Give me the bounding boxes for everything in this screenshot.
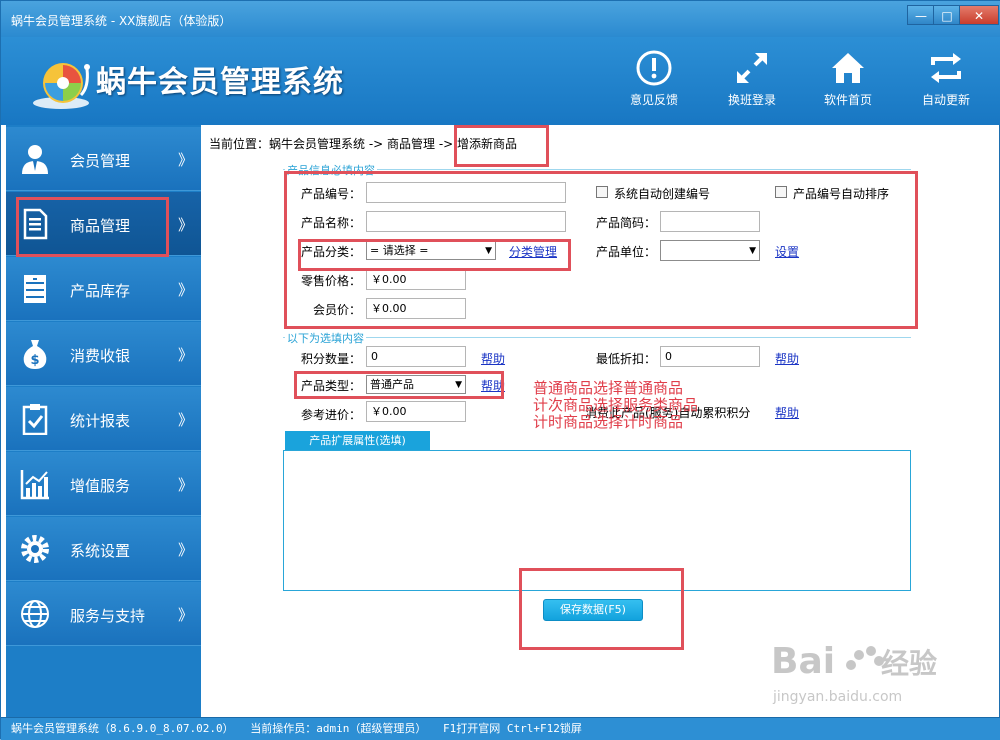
svg-text:jingyan.baidu.com: jingyan.baidu.com	[772, 689, 902, 705]
feedback-button[interactable]: 意见反馈	[621, 47, 687, 117]
snail-logo-icon	[33, 63, 90, 109]
sidebar-item-label: 服务与支持	[70, 607, 146, 625]
status-operator: 当前操作员：admin（超级管理员）	[250, 722, 427, 735]
sidebar-item-member[interactable]: 会员管理 》	[6, 127, 201, 191]
window-title: 蜗牛会员管理系统 - XX旗舰店（体验版）	[11, 14, 232, 28]
sidebar-item-label: 会员管理	[70, 152, 131, 170]
sidebar-item-reports[interactable]: 统计报表 》	[6, 387, 201, 451]
status-bar: 蜗牛会员管理系统（8.6.9.0_8.07.02.0） 当前操作员：admin（…	[1, 717, 1000, 740]
cabinet-icon	[24, 275, 46, 303]
consume-points-help-link[interactable]: 帮助	[775, 404, 799, 421]
home-icon	[832, 53, 864, 83]
auto-update-label: 自动更新	[921, 93, 970, 107]
status-hotkeys: F1打开官网 Ctrl+F12锁屏	[442, 722, 582, 735]
min-discount-label: 最低折扣：	[596, 352, 657, 366]
app-header: 蜗牛会员管理系统 意见反馈 换班登录 软件首页 自动更新	[1, 37, 1000, 125]
alert-circle-icon	[636, 50, 672, 86]
globe-icon	[21, 600, 49, 628]
breadcrumb-path: 当前位置：蜗牛会员管理系统 -> 商品管理 ->	[209, 137, 454, 151]
sidebar-item-checkout[interactable]: $ 消费收银 》	[6, 322, 201, 386]
expand-arrows-icon	[737, 53, 767, 83]
annotation-line-3: 计时商品选择计时商品	[533, 413, 684, 431]
optional-section-title: 以下为选填内容	[285, 330, 366, 346]
title-bar[interactable]: 蜗牛会员管理系统 - XX旗舰店（体验版） — □ ✕	[1, 1, 1000, 37]
refresh-arrows-icon	[931, 53, 961, 83]
highlight-box-product-type	[294, 371, 504, 399]
sidebar-item-value-added[interactable]: 增值服务 》	[6, 452, 201, 516]
ref-price-label: 参考进价：	[301, 408, 362, 422]
close-button[interactable]: ✕	[959, 5, 999, 25]
points-label: 积分数量：	[301, 352, 362, 366]
money-bag-icon: $	[23, 340, 47, 369]
points-input[interactable]: 0	[366, 346, 466, 367]
chevron-right-icon: 》	[178, 476, 194, 494]
sidebar-item-label: 增值服务	[70, 477, 131, 495]
maximize-button[interactable]: □	[933, 5, 961, 25]
home-label: 软件首页	[823, 93, 872, 107]
app-window: 蜗牛会员管理系统 - XX旗舰店（体验版） — □ ✕ 蜗牛会员管理系统 意见反…	[0, 0, 1000, 740]
points-help-link[interactable]: 帮助	[481, 350, 505, 367]
member-user-icon	[22, 145, 48, 174]
sidebar-item-label: 统计报表	[70, 412, 131, 430]
chevron-right-icon: 》	[178, 281, 194, 299]
sidebar-item-label: 系统设置	[70, 542, 131, 560]
svg-text:Bai: Bai	[771, 641, 835, 682]
ref-price-input[interactable]: ￥0.00	[366, 401, 466, 422]
chevron-right-icon: 》	[178, 411, 194, 429]
min-discount-input[interactable]: 0	[660, 346, 760, 367]
svg-text:$: $	[30, 353, 39, 368]
chevron-right-icon: 》	[178, 541, 194, 559]
bar-chart-icon	[20, 470, 49, 500]
status-version: 蜗牛会员管理系统（8.6.9.0_8.07.02.0）	[11, 722, 234, 735]
minimize-button[interactable]: —	[907, 5, 935, 25]
section-divider	[283, 169, 911, 170]
home-button[interactable]: 软件首页	[815, 47, 881, 117]
highlight-box-breadcrumb	[454, 125, 549, 167]
min-discount-help-link[interactable]: 帮助	[775, 350, 799, 367]
sidebar-item-support[interactable]: 服务与支持 》	[6, 582, 201, 646]
clipboard-check-icon	[22, 404, 48, 435]
feedback-label: 意见反馈	[629, 93, 678, 107]
chevron-right-icon: 》	[178, 346, 194, 364]
chevron-right-icon: 》	[178, 216, 194, 234]
app-name: 蜗牛会员管理系统	[96, 65, 344, 100]
auto-update-button[interactable]: 自动更新	[913, 47, 979, 117]
switch-shift-label: 换班登录	[727, 93, 776, 107]
svg-text:经验: 经验	[881, 647, 937, 680]
switch-shift-button[interactable]: 换班登录	[719, 47, 785, 117]
highlight-box-sidebar	[16, 197, 169, 257]
highlight-box-category	[298, 239, 571, 271]
sidebar-item-label: 消费收银	[70, 347, 131, 365]
sidebar-item-inventory[interactable]: 产品库存 》	[6, 257, 201, 321]
gear-icon	[21, 535, 49, 563]
tab-extension-attributes[interactable]: 产品扩展属性(选填)	[285, 431, 430, 450]
sidebar-item-settings[interactable]: 系统设置 》	[6, 517, 201, 581]
chevron-right-icon: 》	[178, 606, 194, 624]
section-divider	[283, 337, 911, 338]
sidebar-item-label: 产品库存	[70, 282, 131, 300]
baidu-watermark-logo: Bai 经验 jingyan.baidu.com	[771, 641, 937, 705]
chevron-right-icon: 》	[178, 151, 194, 169]
highlight-box-save	[519, 568, 684, 650]
